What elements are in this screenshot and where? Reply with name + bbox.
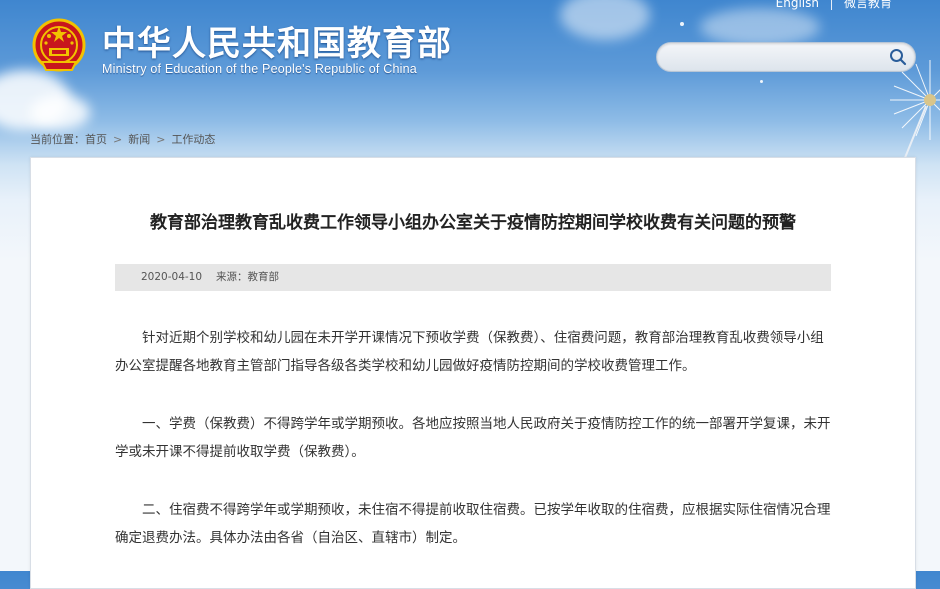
dandelion-decoration xyxy=(890,60,940,170)
cloud-decoration xyxy=(30,95,90,130)
breadcrumb-news[interactable]: 新闻 xyxy=(128,133,150,146)
content-panel: 教育部治理教育乱收费工作领导小组办公室关于疫情防控期间学校收费有关问题的预警 2… xyxy=(30,157,916,589)
cloud-decoration xyxy=(560,0,650,40)
chevron-right-icon: > xyxy=(113,133,123,146)
national-emblem-icon xyxy=(32,18,86,72)
breadcrumb: 当前位置：首页 > 新闻 > 工作动态 xyxy=(30,131,215,147)
breadcrumb-prefix: 当前位置： xyxy=(30,133,85,146)
meta-bar: 2020-04-10 来源：教育部 xyxy=(115,264,831,291)
article-date: 2020-04-10 xyxy=(141,271,203,283)
article-title: 教育部治理教育乱收费工作领导小组办公室关于疫情防控期间学校收费有关问题的预警 xyxy=(150,213,796,233)
weiyan-link[interactable]: 微言教育 xyxy=(832,0,904,10)
article-paragraph: 二、住宿费不得跨学年或学期预收，未住宿不得提前收取住宿费。已按学年收取的住宿费，… xyxy=(115,502,831,546)
site-subtitle: Ministry of Education of the People's Re… xyxy=(102,62,417,76)
site-title: 中华人民共和国教育部 xyxy=(102,24,452,64)
top-links: English 微言教育 xyxy=(764,0,904,11)
search-input[interactable] xyxy=(669,47,883,69)
breadcrumb-work-news[interactable]: 工作动态 xyxy=(171,133,215,146)
english-link[interactable]: English xyxy=(764,0,831,10)
article-source: 来源：教育部 xyxy=(216,271,280,283)
sparkle-decoration xyxy=(760,80,763,83)
cloud-decoration xyxy=(700,8,820,46)
sparkle-decoration xyxy=(680,22,684,26)
breadcrumb-home[interactable]: 首页 xyxy=(85,133,107,146)
article-paragraph: 一、学费（保教费）不得跨学年或学期预收。各地应按照当地人民政府关于疫情防控工作的… xyxy=(115,416,831,460)
article-paragraph: 针对近期个别学校和幼儿园在未开学开课情况下预收学费（保教费）、住宿费问题，教育部… xyxy=(115,330,824,374)
chevron-right-icon: > xyxy=(156,133,166,146)
